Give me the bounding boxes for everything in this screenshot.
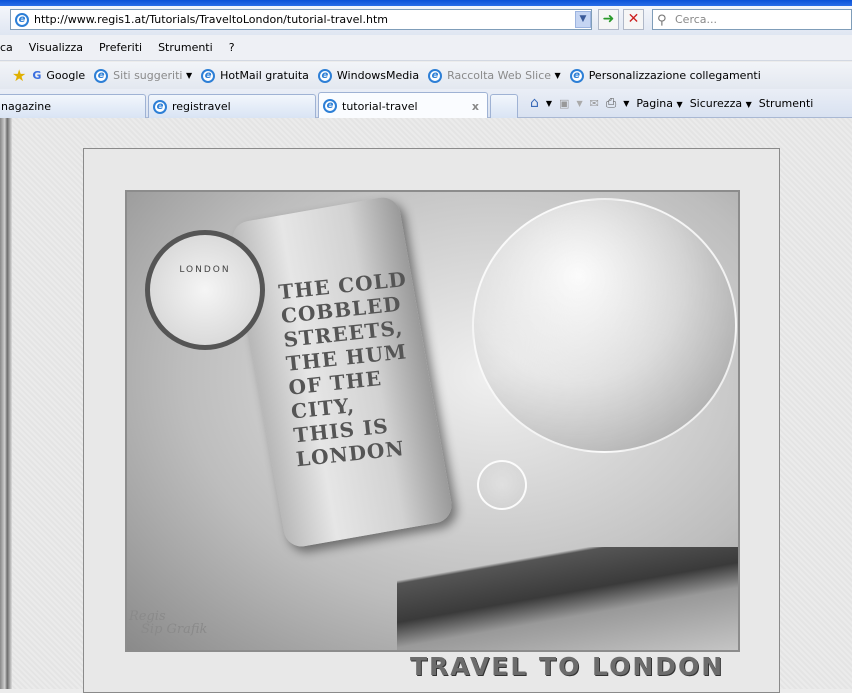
- feeds-icon[interactable]: ▣: [559, 97, 569, 110]
- tab-registravel[interactable]: e registravel: [148, 94, 316, 118]
- print-icon[interactable]: ⎙: [606, 96, 616, 111]
- ie-icon: e: [323, 99, 337, 113]
- clock-text: LONDON: [179, 265, 231, 275]
- ie-icon: e: [428, 68, 443, 83]
- dropdown-icon[interactable]: ▼: [623, 99, 629, 108]
- poem-text: THE COLD COBBLED STREETS, THE HUM OF THE…: [277, 265, 446, 471]
- tab-close-icon[interactable]: x: [472, 100, 479, 113]
- menu-item-visualizza[interactable]: Visualizza: [29, 41, 83, 54]
- menu-bar: ca Visualizza Preferiti Strumenti ?: [0, 35, 852, 61]
- link-label: Personalizzazione collegamenti: [588, 69, 761, 82]
- link-label: Siti suggeriti: [113, 69, 183, 82]
- home-icon[interactable]: ⌂: [530, 95, 539, 111]
- pocket-watch: LONDON: [145, 230, 265, 350]
- ie-page-icon: e: [15, 12, 29, 27]
- stop-button[interactable]: ✕: [623, 9, 644, 30]
- steam-train: [397, 547, 738, 650]
- travel-to-london-artwork: THE COLD COBBLED STREETS, THE HUM OF THE…: [125, 190, 740, 652]
- ie-icon: e: [569, 68, 584, 83]
- signature-line: Sip Grafik: [141, 622, 208, 637]
- search-input[interactable]: ⚲ Cerca...: [652, 9, 852, 30]
- address-text[interactable]: http://www.regis1.at/Tutorials/TraveltoL…: [34, 13, 388, 26]
- tab-label: nagazine: [1, 100, 52, 113]
- favorites-bar: ★ G Google e Siti suggeriti ▼ e HotMail gra…: [0, 62, 852, 89]
- menu-item-help[interactable]: ?: [229, 41, 235, 54]
- link-windowsmedia[interactable]: e WindowsMedia: [317, 68, 420, 83]
- tools-menu-label: Strumenti: [758, 96, 814, 110]
- link-label: HotMail gratuita: [220, 69, 309, 82]
- tab-bar: nagazine e registravel e tutorial-travel x …: [0, 89, 852, 119]
- ie-icon: e: [153, 99, 167, 114]
- search-placeholder: Cerca...: [675, 13, 718, 26]
- large-bubble: [472, 198, 737, 453]
- artist-signature: Regis Sip Grafik: [129, 610, 207, 636]
- link-raccolta-web-slice[interactable]: e Raccolta Web Slice ▼: [428, 68, 561, 83]
- dropdown-icon: ▼: [185, 71, 193, 80]
- dropdown-icon: ▼: [554, 71, 561, 80]
- small-bubble: [477, 460, 527, 510]
- command-bar: ⌂ ▼ ▣ ▼ ✉ ⎙ ▼ Pagina ▼ Sicurezza ▼ Strument…: [530, 95, 813, 111]
- favorites-star-icon[interactable]: ★: [12, 66, 26, 85]
- menu-item-preferiti[interactable]: Preferiti: [99, 41, 142, 54]
- menu-item[interactable]: ca: [0, 41, 13, 54]
- link-label: Google: [46, 69, 86, 82]
- dropdown-icon: ▼: [576, 98, 583, 108]
- link-siti-suggeriti[interactable]: e Siti suggeriti ▼: [94, 68, 193, 83]
- menu-item-strumenti[interactable]: Strumenti: [158, 41, 213, 54]
- ie-icon: e: [317, 68, 332, 83]
- new-tab-button[interactable]: [490, 94, 518, 118]
- search-icon: ⚲: [657, 13, 667, 28]
- page-menu[interactable]: Pagina ▼: [636, 97, 682, 110]
- dropdown-icon[interactable]: ▼: [546, 99, 552, 108]
- tab-label: registravel: [172, 100, 231, 113]
- tab-label: tutorial-travel: [342, 99, 418, 113]
- page-left-border: [0, 118, 12, 689]
- google-icon: G: [32, 69, 42, 82]
- mail-icon[interactable]: ✉: [590, 97, 599, 110]
- page-menu-label: Pagina: [636, 96, 674, 110]
- tools-menu[interactable]: Strumenti: [759, 97, 814, 110]
- security-menu-label: Sicurezza: [689, 96, 743, 110]
- link-hotmail[interactable]: e HotMail gratuita: [201, 68, 309, 83]
- ie-icon: e: [94, 68, 109, 83]
- tab-tutorial-travel[interactable]: e tutorial-travel x: [318, 92, 488, 119]
- link-personalizzazione[interactable]: e Personalizzazione collegamenti: [569, 68, 761, 83]
- link-google[interactable]: G Google: [32, 69, 85, 82]
- ie-icon: e: [201, 68, 216, 83]
- address-bar[interactable]: e http://www.regis1.at/Tutorials/Travelt…: [10, 9, 592, 30]
- security-menu[interactable]: Sicurezza ▼: [690, 97, 752, 110]
- link-label: Raccolta Web Slice: [447, 69, 552, 82]
- tab-magazine[interactable]: nagazine: [0, 94, 146, 118]
- link-label: WindowsMedia: [336, 69, 420, 82]
- address-dropdown-icon[interactable]: ▼: [575, 11, 591, 28]
- go-button[interactable]: ➜: [598, 9, 619, 30]
- artwork-title: TRAVEL TO LONDON: [410, 652, 725, 681]
